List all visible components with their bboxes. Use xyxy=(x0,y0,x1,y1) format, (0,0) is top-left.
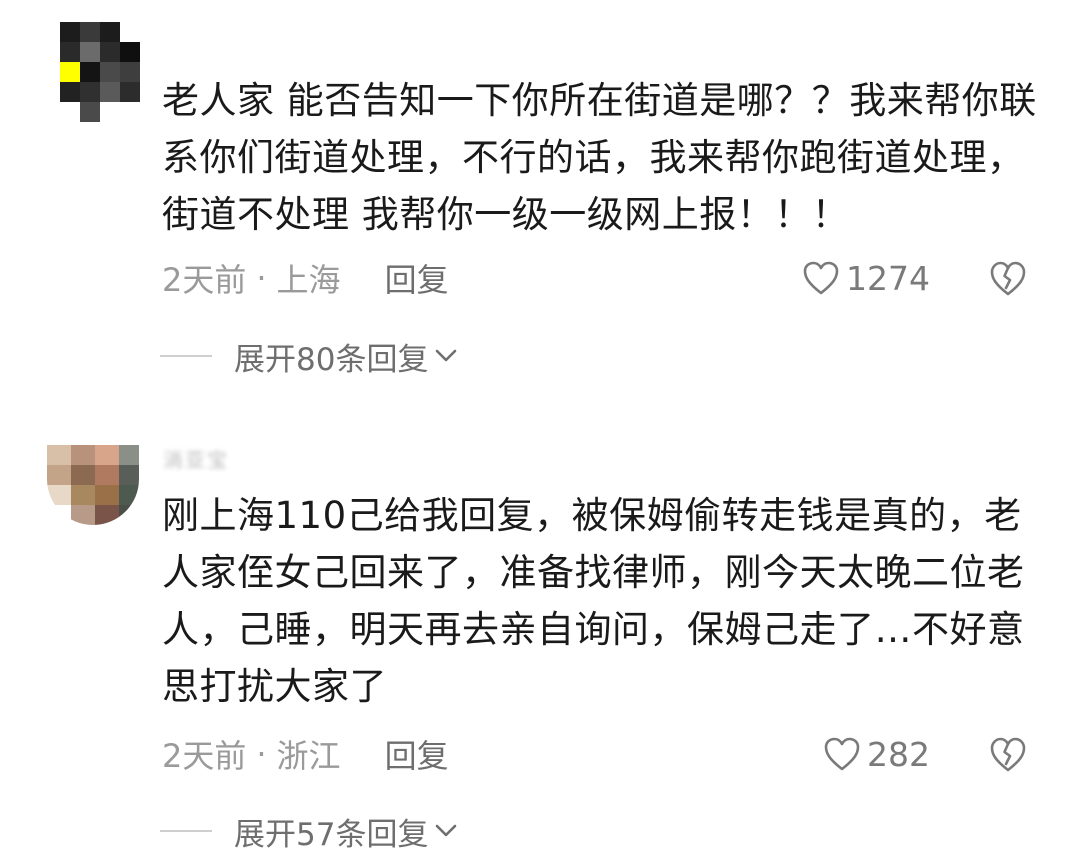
comment-meta: 2天前 · 浙江 回复 xyxy=(162,731,449,777)
expand-replies-label: 展开57条回复 xyxy=(234,816,429,853)
comment-time: 2天前 xyxy=(162,737,247,775)
comment-text: 刚上海110己给我回复，被保姆偷转走钱是真的，老人家侄女己回来了，准备找律师，刚… xyxy=(162,494,1025,708)
comment-location: 浙江 xyxy=(276,737,341,775)
avatar[interactable] xyxy=(60,22,140,122)
like-count: 1274 xyxy=(846,258,930,298)
chevron-down-icon xyxy=(436,349,457,362)
expand-replies-button[interactable]: 展开80条回复 xyxy=(160,336,458,378)
comment-location: 上海 xyxy=(276,261,341,299)
avatar[interactable] xyxy=(47,445,139,525)
like-button[interactable]: 1274 xyxy=(802,258,930,298)
meta-separator: · xyxy=(256,735,267,773)
comment-meta: 2天前 · 上海 回复 xyxy=(162,255,449,301)
like-count: 282 xyxy=(867,734,930,774)
meta-separator: · xyxy=(256,259,267,297)
broken-heart-icon[interactable] xyxy=(988,258,1028,298)
expand-replies-label: 展开80条回复 xyxy=(234,341,429,378)
expand-divider xyxy=(160,355,212,357)
username[interactable]: 淌亚宝 xyxy=(163,444,229,473)
heart-outline-icon xyxy=(824,737,860,771)
comment-item: 老人家 能否告知一下你所在街道是哪？？我来帮你联系你们街道处理，不行的话，我来帮… xyxy=(0,0,1080,400)
reply-button[interactable]: 回复 xyxy=(385,255,449,301)
expand-replies-button[interactable]: 展开57条回复 xyxy=(160,811,458,853)
reply-button[interactable]: 回复 xyxy=(385,731,449,777)
heart-outline-icon xyxy=(803,261,839,295)
broken-heart-icon[interactable] xyxy=(988,734,1028,774)
chevron-down-icon xyxy=(436,824,457,837)
like-button[interactable]: 282 xyxy=(823,734,930,774)
comment-time: 2天前 xyxy=(162,261,247,299)
comment-item: 淌亚宝 刚上海110己给我回复，被保姆偷转走钱是真的，老人家侄女己回来了，准备找… xyxy=(0,400,1080,863)
expand-divider xyxy=(160,830,212,832)
comment-text: 老人家 能否告知一下你所在街道是哪？？我来帮你联系你们街道处理，不行的话，我来帮… xyxy=(162,79,1037,236)
